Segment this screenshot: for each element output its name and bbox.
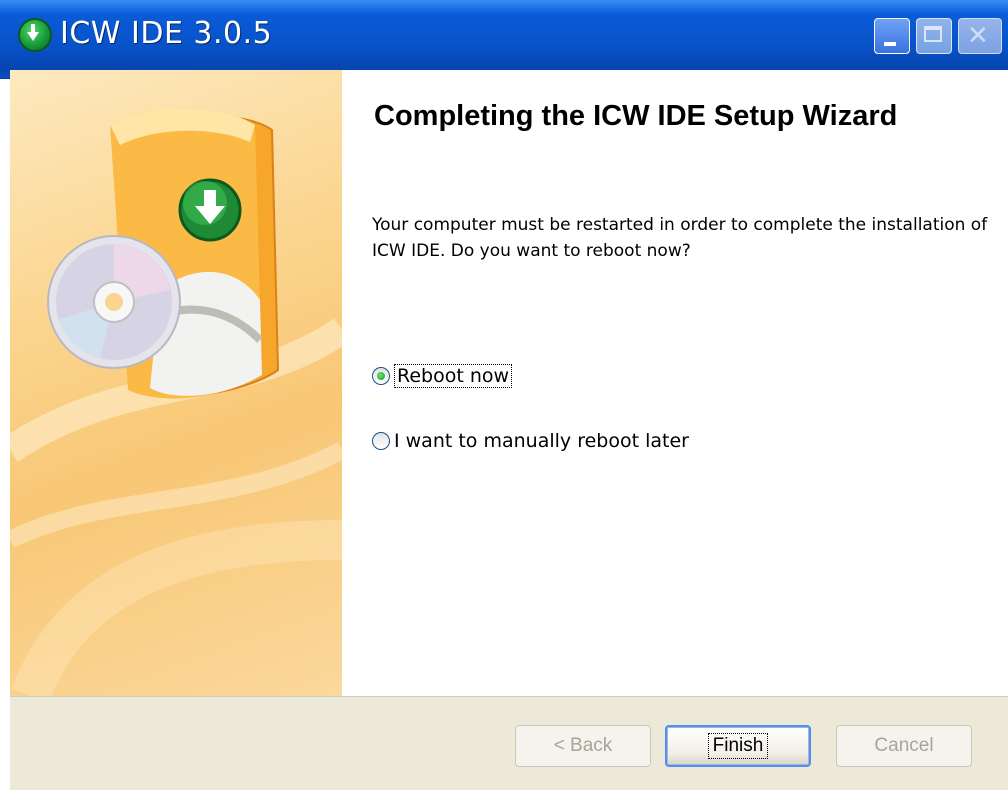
close-icon: ✕ (967, 21, 989, 51)
reboot-later-radio[interactable] (372, 432, 390, 450)
back-button[interactable]: < Back (515, 725, 651, 767)
reboot-now-option[interactable]: Reboot now (372, 364, 513, 388)
button-bar: < Back Finish Cancel (10, 696, 1008, 790)
minimize-icon (884, 42, 896, 46)
minimize-button[interactable] (874, 18, 910, 54)
finish-button-label: Finish (707, 733, 769, 759)
maximize-icon (924, 26, 942, 42)
reboot-description: Your computer must be restarted in order… (372, 215, 988, 261)
download-arrow-icon (18, 18, 52, 52)
window-title: ICW IDE 3.0.5 (60, 16, 273, 51)
reboot-now-label[interactable]: Reboot now (394, 364, 513, 388)
close-button[interactable]: ✕ (958, 18, 1002, 54)
cancel-button[interactable]: Cancel (836, 725, 972, 767)
maximize-button[interactable] (916, 18, 952, 54)
reboot-later-label[interactable]: I want to manually reboot later (394, 430, 689, 452)
wizard-banner-image (10, 70, 342, 696)
page-title: Completing the ICW IDE Setup Wizard (374, 100, 898, 132)
wizard-content: Completing the ICW IDE Setup Wizard Your… (342, 70, 1008, 696)
reboot-later-option[interactable]: I want to manually reboot later (372, 430, 689, 452)
reboot-now-radio[interactable] (372, 367, 390, 385)
finish-button[interactable]: Finish (665, 725, 811, 767)
title-bar[interactable]: ICW IDE 3.0.5 ✕ (0, 0, 1008, 79)
